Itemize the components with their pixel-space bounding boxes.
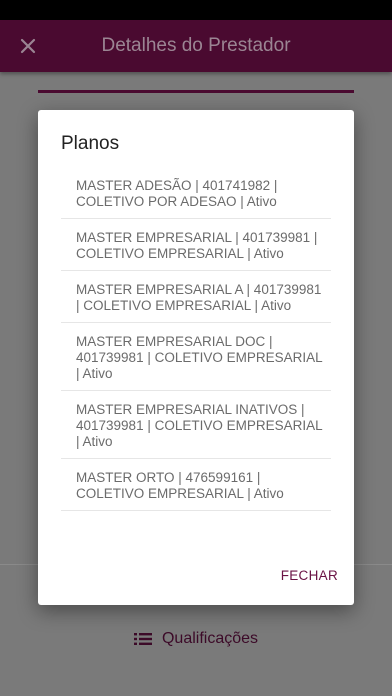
list-item: MASTER ORTO | 476599161 | COLETIVO EMPRE… bbox=[61, 459, 331, 511]
qualificacoes-button[interactable]: Qualificações bbox=[0, 630, 392, 648]
list-item: MASTER EMPRESARIAL A | 401739981 | COLET… bbox=[61, 271, 331, 323]
list-item: MASTER EMPRESARIAL INATIVOS | 401739981 … bbox=[61, 391, 331, 459]
plan-list[interactable]: MASTER ADESÃO | 401741982 | COLETIVO POR… bbox=[61, 172, 331, 524]
status-bar bbox=[0, 0, 392, 20]
list-item: MASTER ADESÃO | 401741982 | COLETIVO POR… bbox=[61, 172, 331, 219]
page-title: Detalhes do Prestador bbox=[101, 35, 291, 56]
fechar-button[interactable]: FECHAR bbox=[281, 568, 338, 583]
card-accent-line bbox=[38, 90, 354, 93]
qualificacoes-label: Qualificações bbox=[161, 630, 259, 647]
planos-dialog: Planos MASTER ADESÃO | 401741982 | COLET… bbox=[38, 110, 354, 605]
app-bar: Detalhes do Prestador bbox=[0, 20, 392, 72]
list-icon bbox=[133, 633, 152, 645]
list-item: MASTER EMPRESARIAL | 401739981 | COLETIV… bbox=[61, 219, 331, 271]
dialog-title: Planos bbox=[61, 133, 120, 154]
list-item: MASTER EMPRESARIAL DOC | 401739981 | COL… bbox=[61, 323, 331, 391]
